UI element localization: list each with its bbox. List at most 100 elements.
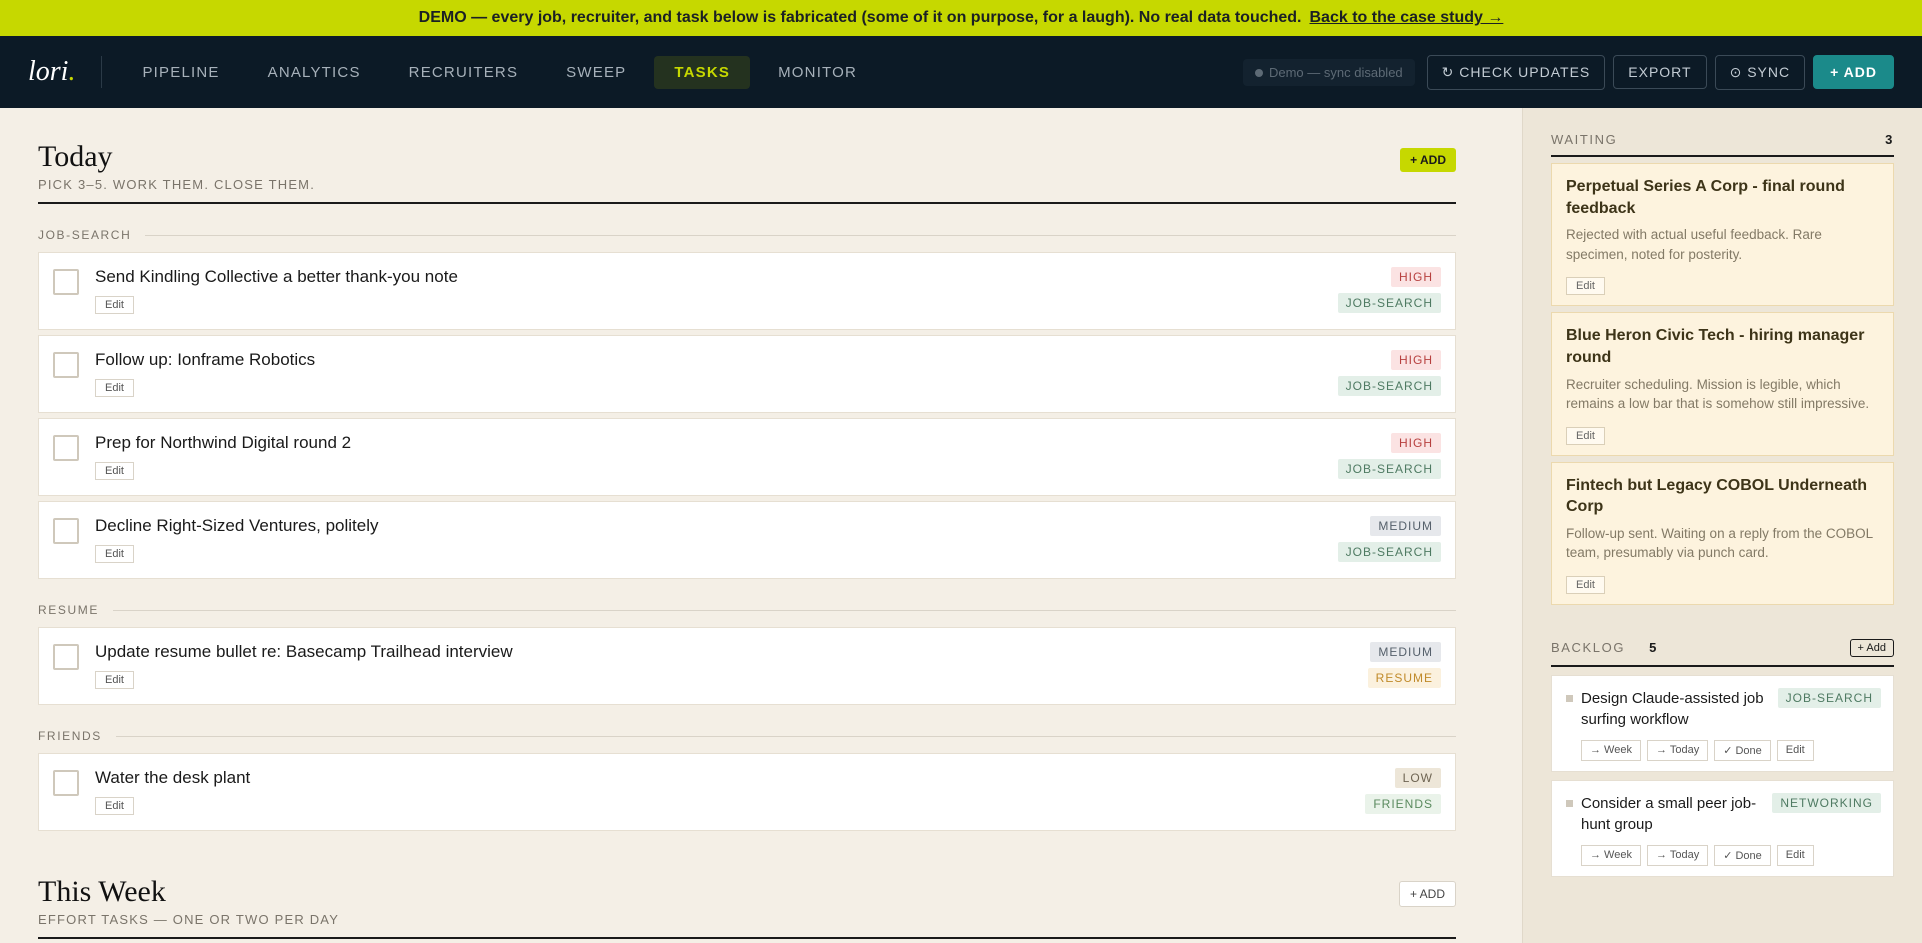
mark-done-button[interactable]: ✓ Done <box>1714 739 1771 761</box>
waiting-card-title: Perpetual Series A Corp - final round fe… <box>1566 178 1845 217</box>
task-edit-button[interactable]: Edit <box>95 296 134 314</box>
sync-button[interactable]: ⊙ SYNC <box>1714 54 1806 90</box>
waiting-card: Perpetual Series A Corp - final round fe… <box>1551 163 1894 307</box>
week-title: This Week <box>38 875 166 908</box>
category-badge: JOB-SEARCH <box>1777 687 1881 708</box>
priority-badge: HIGH <box>1391 433 1441 453</box>
backlog-header: BACKLOG 5 + Add <box>1551 638 1894 667</box>
task-title: Follow up: Ionframe Robotics <box>95 350 316 369</box>
waiting-card-desc: Follow-up sent. Waiting on a reply from … <box>1566 525 1873 561</box>
task-row: Water the desk plant Edit LOW FRIENDS <box>38 753 1456 831</box>
category-badge: FRIENDS <box>1365 794 1441 814</box>
backlog-item-title: Consider a small peer job-hunt group <box>1581 794 1757 833</box>
today-add-button[interactable]: + ADD <box>1400 148 1456 172</box>
task-edit-button[interactable]: Edit <box>95 671 134 689</box>
move-to-today-button[interactable]: → Today <box>1646 844 1709 866</box>
move-to-week-button[interactable]: → Week <box>1581 844 1641 866</box>
task-edit-button[interactable]: Edit <box>95 797 134 815</box>
logo[interactable]: lori. <box>28 56 103 88</box>
backlog-add-button[interactable]: + Add <box>1849 638 1894 657</box>
task-edit-button[interactable]: Edit <box>95 462 134 480</box>
task-title: Update resume bullet re: Basecamp Trailh… <box>95 642 513 661</box>
category-badge: RESUME <box>1367 668 1441 688</box>
bullet-icon <box>1566 799 1573 807</box>
sidebar: WAITING 3 Perpetual Series A Corp - fina… <box>1522 108 1922 943</box>
status-dot-icon <box>1254 68 1263 77</box>
content: Today PICK 3–5. WORK THEM. CLOSE THEM. +… <box>0 108 1922 943</box>
task-row: Decline Right-Sized Ventures, politely E… <box>38 501 1456 579</box>
backlog-edit-button[interactable]: Edit <box>1776 739 1814 761</box>
priority-badge: MEDIUM <box>1370 642 1441 662</box>
add-button[interactable]: + ADD <box>1813 55 1894 89</box>
week-add-button[interactable]: + ADD <box>1398 881 1456 907</box>
sync-status: Demo — sync disabled <box>1242 58 1415 86</box>
demo-banner: DEMO — every job, recruiter, and task be… <box>0 0 1922 36</box>
demo-banner-text: DEMO — every job, recruiter, and task be… <box>418 9 1302 26</box>
task-title: Decline Right-Sized Ventures, politely <box>95 516 379 535</box>
task-title: Prep for Northwind Digital round 2 <box>95 433 352 452</box>
priority-badge: HIGH <box>1391 267 1441 287</box>
case-study-link[interactable]: Back to the case study → <box>1310 9 1504 27</box>
waiting-edit-button[interactable]: Edit <box>1566 426 1605 445</box>
waiting-edit-button[interactable]: Edit <box>1566 575 1605 594</box>
task-checkbox[interactable] <box>53 269 79 295</box>
task-title: Send Kindling Collective a better thank-… <box>95 267 458 286</box>
task-edit-button[interactable]: Edit <box>95 379 134 397</box>
priority-badge: LOW <box>1394 768 1441 788</box>
category-badge: JOB-SEARCH <box>1337 542 1441 562</box>
priority-badge: MEDIUM <box>1370 516 1441 536</box>
nav-analytics[interactable]: ANALYTICS <box>248 56 381 89</box>
nav-monitor[interactable]: MONITOR <box>758 56 877 89</box>
week-header: This Week EFFORT TASKS — ONE OR TWO PER … <box>38 875 1456 939</box>
waiting-card-desc: Recruiter scheduling. Mission is legible… <box>1566 376 1870 412</box>
logo-text: lori <box>28 56 69 87</box>
check-updates-button[interactable]: ↻ CHECK UPDATES <box>1426 54 1606 90</box>
group-label-friends: FRIENDS <box>38 729 1456 743</box>
logo-dot: . <box>68 56 76 87</box>
waiting-edit-button[interactable]: Edit <box>1566 277 1605 296</box>
task-checkbox[interactable] <box>53 352 79 378</box>
backlog-item-title: Design Claude-assisted job surfing workf… <box>1581 689 1764 728</box>
priority-badge: HIGH <box>1391 350 1441 370</box>
top-navigation: lori. PIPELINE ANALYTICS RECRUITERS SWEE… <box>0 36 1922 108</box>
waiting-card: Blue Heron Civic Tech - hiring manager r… <box>1551 312 1894 456</box>
mark-done-button[interactable]: ✓ Done <box>1714 844 1771 866</box>
backlog-item: Design Claude-assisted job surfing workf… <box>1551 674 1894 772</box>
backlog-count: 5 <box>1649 640 1658 656</box>
task-row: Update resume bullet re: Basecamp Trailh… <box>38 627 1456 705</box>
nav-pipeline[interactable]: PIPELINE <box>122 56 239 89</box>
nav-recruiters[interactable]: RECRUITERS <box>389 56 539 89</box>
task-row: Follow up: Ionframe Robotics Edit HIGH J… <box>38 335 1456 413</box>
task-checkbox[interactable] <box>53 770 79 796</box>
task-checkbox[interactable] <box>53 435 79 461</box>
nav-tasks[interactable]: TASKS <box>654 55 751 89</box>
waiting-header: WAITING 3 <box>1551 132 1894 157</box>
task-row: Send Kindling Collective a better thank-… <box>38 252 1456 330</box>
waiting-count: 3 <box>1885 132 1894 147</box>
category-badge: JOB-SEARCH <box>1337 459 1441 479</box>
move-to-week-button[interactable]: → Week <box>1581 739 1641 761</box>
group-label-resume: RESUME <box>38 603 1456 617</box>
today-header: Today PICK 3–5. WORK THEM. CLOSE THEM. +… <box>38 140 1456 204</box>
week-subtitle: EFFORT TASKS — ONE OR TWO PER DAY <box>38 912 340 927</box>
waiting-card: Fintech but Legacy COBOL Underneath Corp… <box>1551 461 1894 605</box>
export-button[interactable]: EXPORT <box>1613 55 1707 89</box>
task-checkbox[interactable] <box>53 644 79 670</box>
move-to-today-button[interactable]: → Today <box>1646 739 1709 761</box>
backlog-edit-button[interactable]: Edit <box>1776 844 1814 866</box>
task-row: Prep for Northwind Digital round 2 Edit … <box>38 418 1456 496</box>
waiting-card-title: Fintech but Legacy COBOL Underneath Corp <box>1566 476 1868 516</box>
nav-sweep[interactable]: SWEEP <box>546 56 646 89</box>
task-checkbox[interactable] <box>53 518 79 544</box>
nav-actions: Demo — sync disabled ↻ CHECK UPDATES EXP… <box>1242 54 1894 90</box>
task-title: Water the desk plant <box>95 768 251 787</box>
today-subtitle: PICK 3–5. WORK THEM. CLOSE THEM. <box>38 177 316 192</box>
task-edit-button[interactable]: Edit <box>95 545 134 563</box>
waiting-card-title: Blue Heron Civic Tech - hiring manager r… <box>1566 327 1865 366</box>
backlog-item: Consider a small peer job-hunt group NET… <box>1551 779 1894 877</box>
category-badge: JOB-SEARCH <box>1337 376 1441 396</box>
today-title: Today <box>38 140 113 173</box>
sync-status-text: Demo — sync disabled <box>1268 64 1403 80</box>
group-label-job-search: JOB-SEARCH <box>38 228 1456 242</box>
category-badge: NETWORKING <box>1772 792 1881 813</box>
